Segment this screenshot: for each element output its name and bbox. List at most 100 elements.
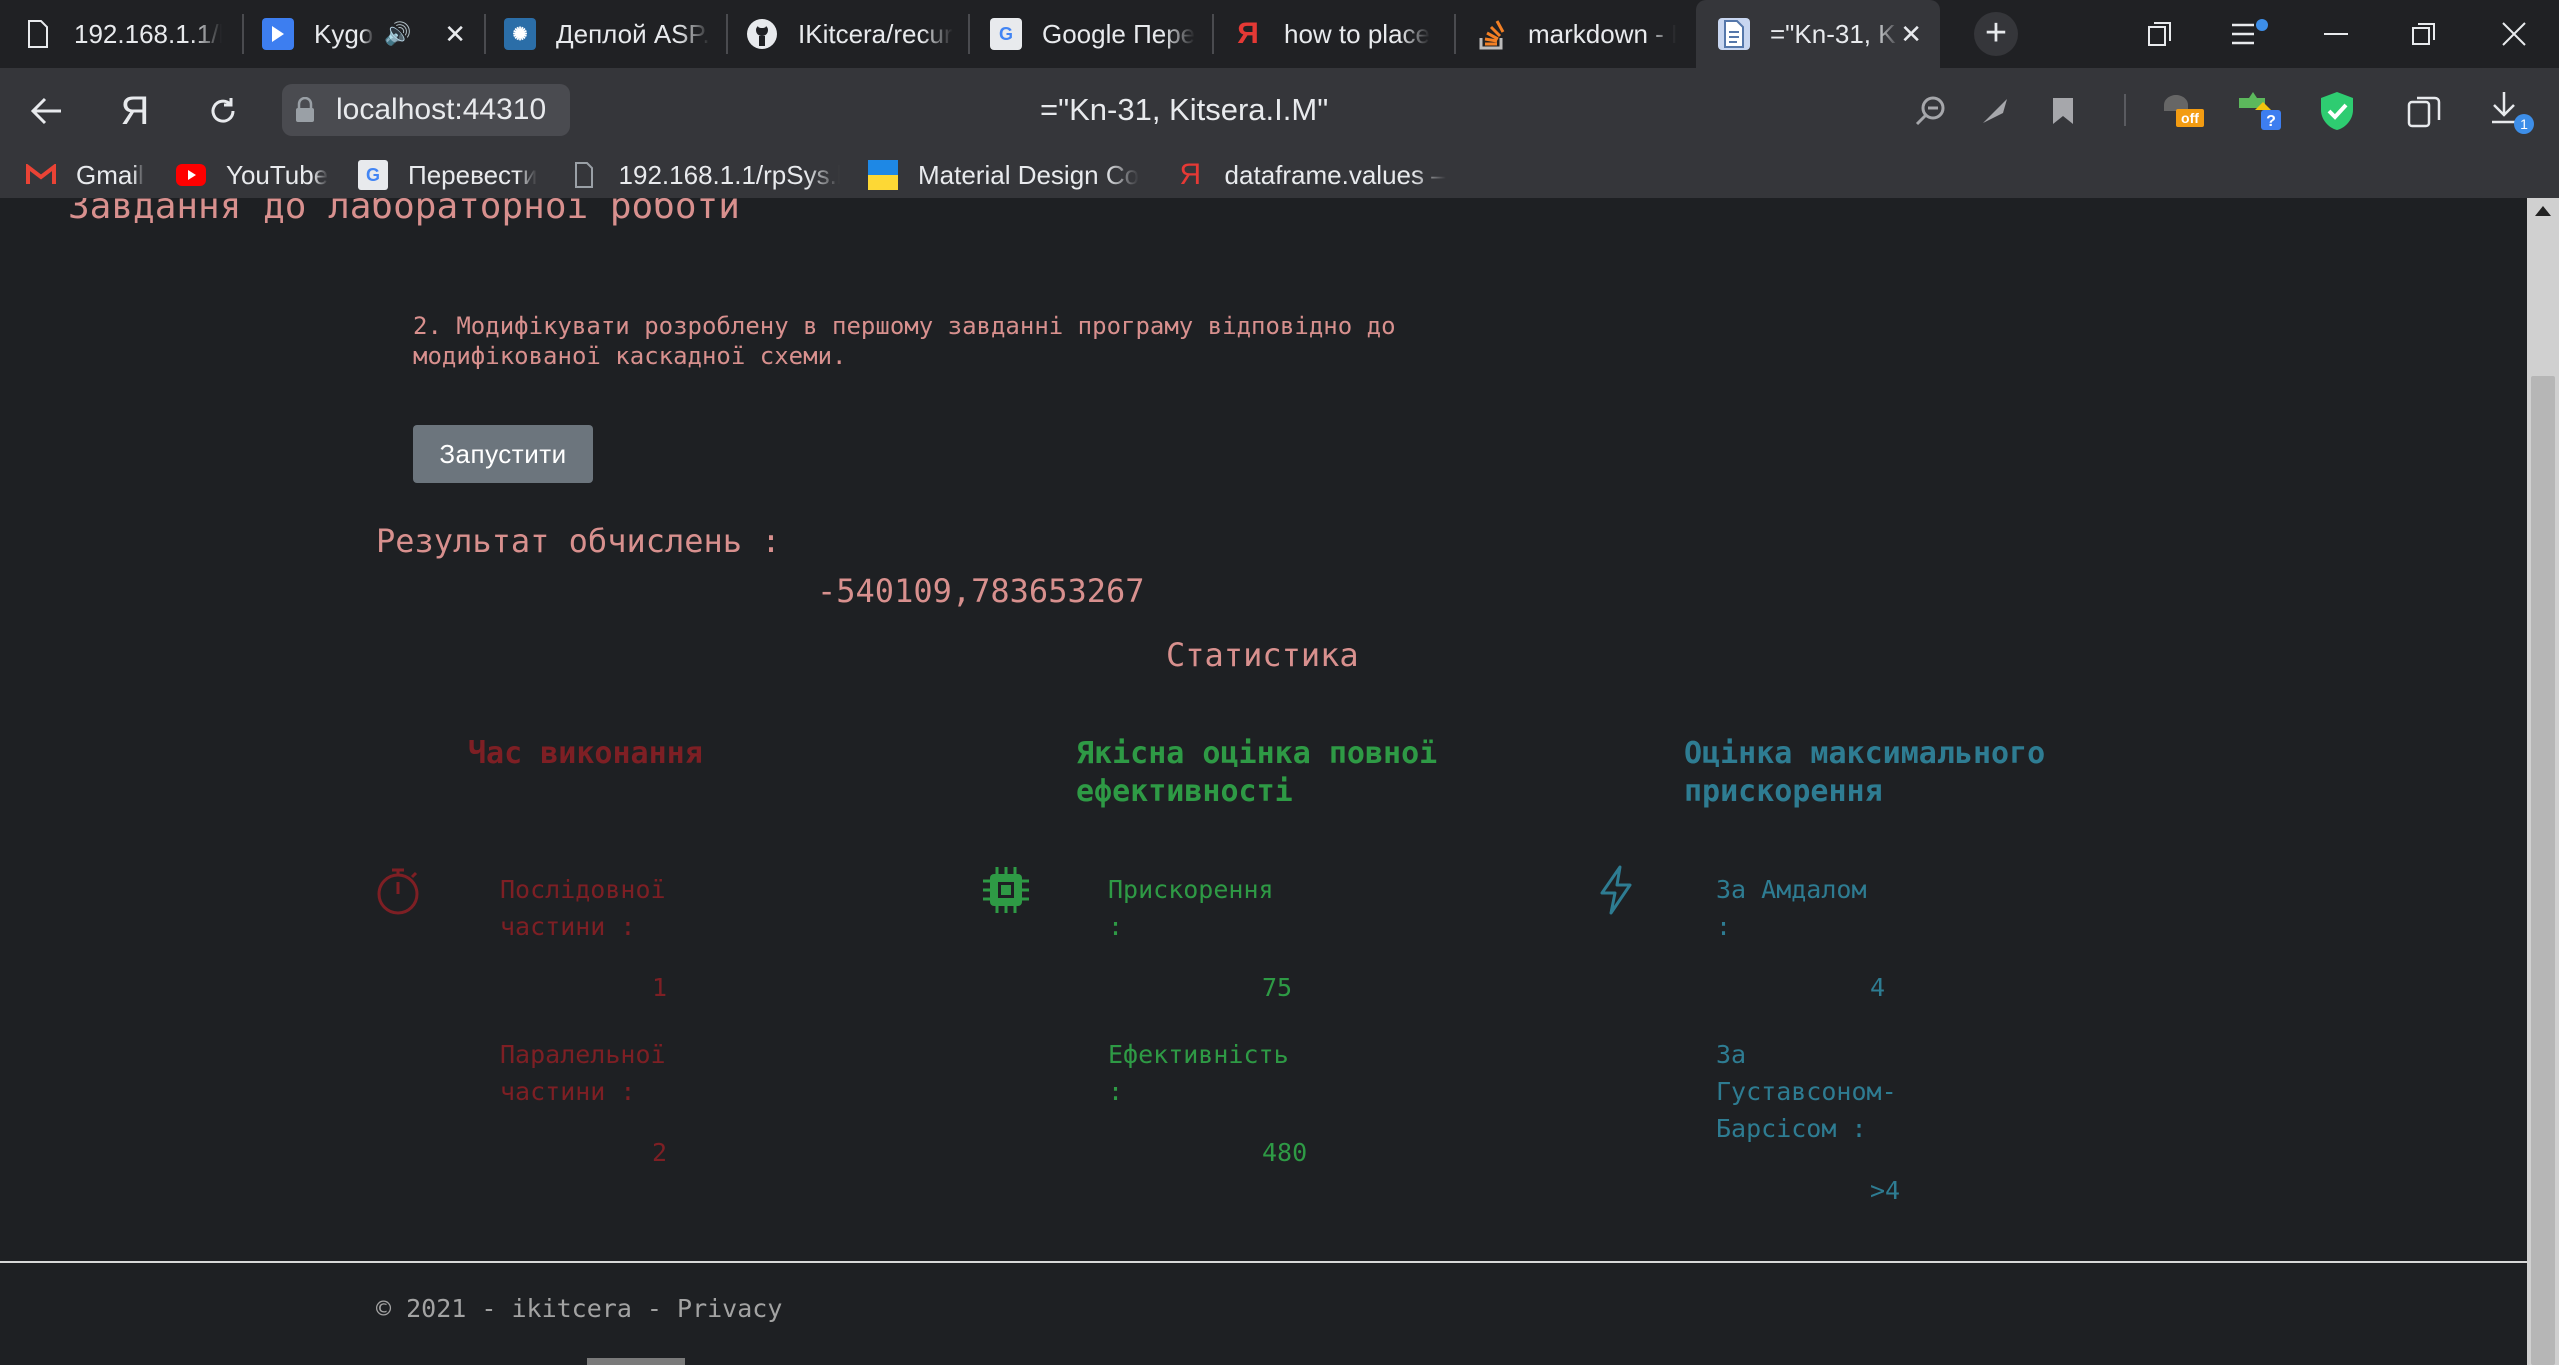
time-column-title: Час виконання [468, 736, 703, 771]
new-tab-button[interactable]: + [1974, 12, 2018, 56]
tab-separator [968, 14, 970, 54]
gmail-icon [26, 160, 56, 190]
gustafson-label: За Густавсоном-Барсісом : [1716, 1040, 1897, 1143]
task-description: 2. Модифікувати розроблену в першому зав… [413, 312, 1396, 370]
scroll-up-arrow-icon[interactable] [2535, 206, 2551, 216]
document-icon [22, 18, 54, 50]
bookmark-gmail[interactable]: Gmail [26, 152, 144, 198]
lightning-icon [1590, 864, 1642, 916]
tab-title: Kygo fe [314, 18, 374, 49]
bookmark-material[interactable]: Material Design Co [868, 152, 1143, 198]
play-icon [262, 18, 294, 50]
sequential-label: Послідовної частини : [500, 875, 666, 941]
svg-text:?: ? [2266, 113, 2276, 130]
speedup-label: Прискорення : [1108, 875, 1274, 941]
bookmark-title: 192.168.1.1/rpSys.h [618, 159, 840, 190]
footer-divider [0, 1261, 2527, 1263]
efficiency-column-title: Якісна оцінка повної ефективності [1076, 736, 1438, 809]
tab-separator [1454, 14, 1456, 54]
bookmark-icon[interactable] [2040, 88, 2086, 134]
bookmark-translate[interactable]: G Перевести [358, 152, 537, 198]
bookmark-title: dataframe.values — [1224, 159, 1446, 190]
bookmark-title: Gmail [76, 159, 144, 190]
tab-4[interactable]: IKitcera/recur [746, 0, 956, 68]
google-translate-icon: G [358, 160, 388, 190]
result-value: -540109,783653267 [817, 572, 1145, 610]
footer-text: © 2021 - ikitcera - Privacy [376, 1294, 783, 1323]
bookmarks-bar: Gmail YouTube G Перевести 192.168.1.1/rp… [0, 152, 2559, 198]
amdahl-label: За Амдалом : [1716, 875, 1867, 941]
parallel-value: 2 [652, 1138, 668, 1167]
tab-collections-icon[interactable] [2120, 0, 2200, 68]
reload-button[interactable] [198, 86, 248, 136]
sequential-value: 1 [652, 973, 668, 1002]
google-translate-icon: G [990, 18, 1022, 50]
downloads-icon[interactable]: 1 [2488, 88, 2534, 134]
efficiency-value: 480 [1262, 1138, 1308, 1167]
bookmark-rpsys[interactable]: 192.168.1.1/rpSys.h [570, 152, 840, 198]
stats-title: Статистика [1166, 636, 1359, 674]
close-icon[interactable]: ✕ [1900, 19, 1922, 50]
scrollbar-thumb[interactable] [2531, 376, 2555, 1365]
bookmark-title: Material Design Co [918, 159, 1140, 190]
page-viewport: Завдання до лабораторної роботи 2. Модиф… [0, 198, 2527, 1365]
url-text[interactable]: localhost:44310 [336, 93, 546, 127]
tab-title: markdown - I [1528, 18, 1676, 49]
gustafson-value: >4 [1870, 1176, 1901, 1205]
tab-title: 192.168.1.1/lc [74, 18, 222, 49]
document-icon [570, 160, 599, 190]
close-icon[interactable]: ✕ [444, 19, 466, 50]
bookmark-youtube[interactable]: YouTube [176, 152, 328, 198]
collections-icon[interactable] [2402, 88, 2448, 134]
youtube-icon [176, 160, 206, 190]
stopwatch-icon [372, 864, 424, 916]
amdahl-value: 4 [1870, 973, 1886, 1002]
parallel-label: Паралельної частини : [500, 1040, 666, 1106]
tab-3[interactable]: ✺ Деплой ASP. [504, 0, 714, 68]
tab-strip: 192.168.1.1/lc Kygo fe 🔊 ✕ ✺ Деплой ASP.… [0, 0, 2559, 68]
efficiency-label: Ефективність : [1108, 1040, 1289, 1106]
run-button[interactable]: Запустити [413, 425, 593, 483]
adblock-badge: off [2181, 110, 2199, 126]
minimize-button[interactable] [2296, 0, 2376, 68]
extension-icon[interactable]: ? [2232, 88, 2286, 134]
stackoverflow-icon [1476, 18, 1508, 50]
tab-1[interactable]: 192.168.1.1/lc [22, 0, 222, 68]
tab-active[interactable]: ="Kn-31, K ✕ [1696, 0, 1940, 68]
tab-7[interactable]: markdown - I [1476, 0, 1676, 68]
yandex-icon: Я [120, 88, 150, 133]
tab-5[interactable]: G Google Пере [990, 0, 1200, 68]
horizontal-scrollbar-thumb[interactable] [587, 1358, 685, 1365]
bookmark-title: Перевести [408, 159, 538, 190]
tab-6[interactable]: Я how to place [1232, 0, 1442, 68]
github-icon [746, 18, 778, 50]
restore-button[interactable] [2384, 0, 2464, 68]
bookmark-dataframe[interactable]: Я dataframe.values — [1176, 152, 1446, 198]
vertical-scrollbar[interactable] [2527, 198, 2559, 1365]
yandex-home-button[interactable]: Я [110, 86, 160, 136]
material-design-icon [868, 160, 898, 190]
yandex-icon: Я [1179, 158, 1202, 191]
speaker-icon[interactable]: 🔊 [384, 21, 411, 47]
tab-separator [726, 14, 728, 54]
tab-separator [242, 14, 244, 54]
close-window-button[interactable] [2474, 0, 2554, 68]
address-bar[interactable]: localhost:44310 [282, 84, 570, 136]
speedup-value: 75 [1262, 973, 1293, 1002]
result-label: Результат обчислень : [376, 522, 781, 560]
shield-icon[interactable] [2314, 88, 2360, 134]
adblock-icon[interactable]: off [2158, 88, 2208, 134]
bookmark-title: YouTube [226, 159, 329, 190]
back-button[interactable] [22, 86, 72, 136]
lock-icon[interactable] [288, 97, 322, 123]
tab-title: how to place [1284, 18, 1430, 49]
menu-icon[interactable] [2210, 0, 2290, 68]
tab-title: ="Kn-31, K [1770, 18, 1896, 49]
toolbar-separator [2124, 94, 2126, 126]
tab-separator [1212, 14, 1214, 54]
chip-icon [980, 864, 1032, 916]
document-icon [1718, 18, 1750, 50]
speed-icon[interactable] [1972, 88, 2018, 134]
zoom-icon[interactable] [1908, 88, 1954, 134]
tab-2[interactable]: Kygo fe 🔊 ✕ [262, 0, 472, 68]
